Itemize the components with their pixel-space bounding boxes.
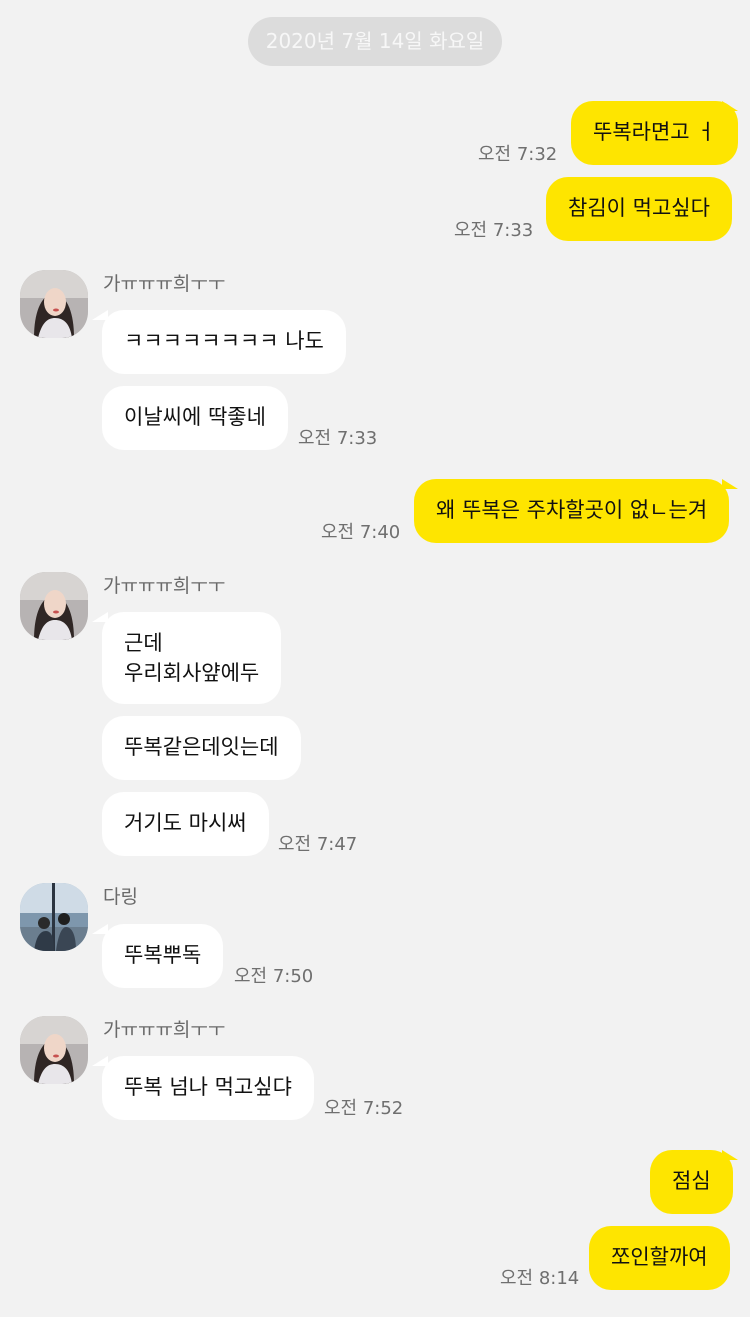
their-message-bubble[interactable]: 뚜복뿌독 — [102, 924, 224, 988]
bubble-tail — [722, 1150, 738, 1160]
message-time: 오전 7:33 — [298, 428, 378, 449]
profile-photo-woman-icon — [20, 572, 88, 640]
my-message-bubble[interactable]: 쪼인할까여 — [589, 1226, 730, 1290]
message-time: 오전 7:47 — [278, 834, 358, 855]
my-message-bubble[interactable]: 점심 — [650, 1150, 733, 1214]
message-time: 오전 7:40 — [321, 522, 401, 543]
message-time: 오전 7:50 — [234, 966, 314, 987]
avatar[interactable] — [20, 1016, 88, 1084]
their-message-bubble[interactable]: 뚜복 넘나 먹고싶댜 — [102, 1056, 314, 1120]
date-divider: 2020년 7월 14일 화요일 — [248, 17, 502, 66]
profile-photo-couple-icon — [20, 883, 88, 951]
profile-photo-woman-icon — [20, 270, 88, 338]
message-time: 오전 7:52 — [324, 1098, 404, 1119]
message-time: 오전 8:14 — [500, 1268, 580, 1289]
my-message-bubble[interactable]: 왜 뚜복은 주차할곳이 없ㄴ는겨 — [414, 479, 730, 543]
sender-name: 가ㅠㅠㅠ희ㅜㅜ — [103, 575, 226, 597]
avatar[interactable] — [20, 883, 88, 951]
my-message-bubble[interactable]: 뚜복라면고 ㅓ — [571, 101, 738, 165]
sender-name: 가ㅠㅠㅠ희ㅜㅜ — [103, 273, 226, 295]
their-message-bubble[interactable]: 거기도 마시써 — [102, 792, 269, 856]
message-time: 오전 7:32 — [478, 144, 558, 165]
my-message-bubble[interactable]: 참김이 먹고싶다 — [546, 177, 732, 241]
message-time: 오전 7:33 — [454, 220, 534, 241]
avatar[interactable] — [20, 572, 88, 640]
sender-name: 가ㅠㅠㅠ희ㅜㅜ — [103, 1019, 226, 1041]
bubble-tail — [722, 101, 738, 111]
bubble-tail — [722, 479, 738, 489]
their-message-bubble[interactable]: ㅋㅋㅋㅋㅋㅋㅋㅋ 나도 — [102, 310, 346, 374]
their-message-bubble[interactable]: 뚜복같은데잇는데 — [102, 716, 301, 780]
their-message-bubble[interactable]: 근데 우리회사얖에두 — [102, 612, 282, 704]
avatar[interactable] — [20, 270, 88, 338]
profile-photo-woman-icon — [20, 1016, 88, 1084]
sender-name: 다링 — [103, 886, 138, 908]
their-message-bubble[interactable]: 이날씨에 딱좋네 — [102, 386, 288, 450]
